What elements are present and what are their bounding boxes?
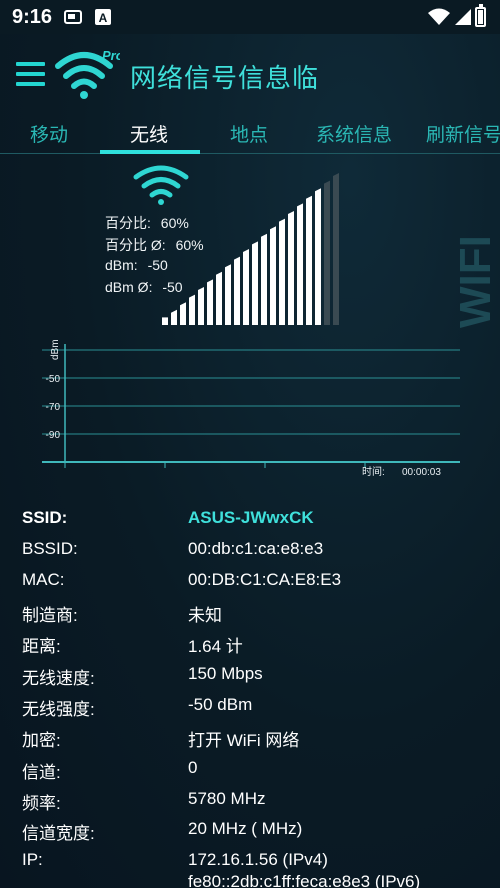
- tab-refresh-signal[interactable]: 刷新信号: [426, 120, 500, 147]
- graph-time-value: 00:00:03: [402, 467, 441, 478]
- svg-text:A: A: [99, 11, 108, 25]
- info-label: 制造商:: [22, 606, 78, 625]
- graph-time-label: 时间:: [362, 465, 385, 478]
- tab-bar: 移动 无线 地点 系统信息 刷新信号: [0, 112, 500, 154]
- info-label: 信道宽度:: [22, 824, 95, 843]
- info-value: 150 Mbps: [188, 664, 263, 683]
- info-value: 20 MHz ( MHz): [188, 819, 303, 838]
- signal-bar: [306, 195, 312, 325]
- info-value: 00:db:c1:ca:e8:e3: [188, 539, 324, 558]
- signal-bar: [261, 233, 267, 325]
- info-value: 00:DB:C1:CA:E8:E3: [188, 570, 342, 589]
- info-row-ip: IP: 172.16.1.56 (IPv4) fe80::2db:c1ff:fe…: [0, 846, 500, 888]
- app-bar: Pro 网络信号信息临: [0, 34, 500, 112]
- info-row-channel-width: 信道宽度: 20 MHz ( MHz): [0, 815, 500, 845]
- tab-location[interactable]: 地点: [230, 120, 268, 147]
- signal-bar: [288, 211, 294, 325]
- signal-icon: [455, 9, 471, 25]
- info-value: 未知: [188, 606, 222, 625]
- graph-tick-50: -50: [46, 374, 61, 385]
- logo-badge: Pro: [102, 48, 120, 63]
- signal-bar: [162, 317, 168, 325]
- signal-bar: [270, 226, 276, 325]
- tab-system-info[interactable]: 系统信息: [316, 120, 392, 147]
- wifi-icon: [428, 8, 450, 25]
- signal-bar: [279, 218, 285, 325]
- info-value: -50 dBm: [188, 695, 253, 714]
- info-label: MAC:: [22, 570, 65, 589]
- dbm-stat: dBm: -50: [105, 257, 168, 273]
- info-value: 打开 WiFi 网络: [188, 731, 300, 750]
- info-row-bssid: BSSID: 00:db:c1:ca:e8:e3: [0, 535, 500, 565]
- signal-bar: [216, 271, 222, 325]
- signal-bar: [207, 279, 213, 325]
- signal-bar: [189, 294, 195, 325]
- signal-bar: [252, 241, 258, 325]
- info-value: ASUS-JWwxCK: [188, 508, 314, 527]
- signal-bar: [315, 188, 321, 325]
- tab-mobile[interactable]: 移动: [30, 120, 68, 147]
- tab-wifi[interactable]: 无线: [130, 120, 168, 147]
- status-bar: 9:16 A: [0, 0, 500, 34]
- info-value-ipv6: fe80::2db:c1ff:feca:e8e3 (IPv6): [188, 872, 421, 888]
- info-label: 加密:: [22, 731, 61, 750]
- info-label: SSID:: [22, 508, 68, 527]
- info-row-speed: 无线速度: 150 Mbps: [0, 660, 500, 690]
- dbm-avg-label: dBm Ø:: [105, 279, 153, 295]
- info-value-ipv4: 172.16.1.56 (IPv4): [188, 850, 328, 869]
- signal-graph: dBm -50 -70 -90 时间: 00:00:03: [0, 336, 500, 486]
- signal-panel: 百分比: 60% 百分比 Ø: 60% dBm: -50 dBm Ø: -50: [0, 155, 500, 335]
- info-label: 无线速度:: [22, 669, 95, 688]
- info-row-distance: 距离: 1.64 计: [0, 628, 500, 658]
- info-row-manufacturer: 制造商: 未知: [0, 597, 500, 627]
- battery-icon: [475, 4, 486, 27]
- info-label: 信道:: [22, 763, 61, 782]
- info-label: BSSID:: [22, 539, 78, 558]
- signal-bar: [297, 203, 303, 325]
- info-row-ssid: SSID: ASUS-JWwxCK: [0, 504, 500, 534]
- dbm-label: dBm:: [105, 257, 138, 273]
- percent-label: 百分比:: [105, 215, 151, 231]
- active-tab-indicator: [100, 150, 200, 154]
- svg-text:WIFI: WIFI: [451, 235, 496, 328]
- percent-avg-label: 百分比 Ø:: [105, 237, 166, 253]
- info-row-mac: MAC: 00:DB:C1:CA:E8:E3: [0, 566, 500, 596]
- signal-bar: [171, 309, 177, 325]
- signal-strength-bars: [162, 173, 339, 325]
- info-value: 0: [188, 758, 198, 777]
- menu-icon[interactable]: [16, 62, 45, 86]
- wifi-watermark: WIFI: [451, 235, 496, 328]
- info-row-frequency: 频率: 5780 MHz: [0, 785, 500, 815]
- signal-bar: [180, 302, 186, 325]
- signal-bar: [234, 256, 240, 325]
- info-row-strength: 无线强度: -50 dBm: [0, 691, 500, 721]
- image-icon: [64, 10, 82, 24]
- signal-bar: [324, 180, 330, 325]
- info-row-channel: 信道: 0: [0, 754, 500, 784]
- graph-tick-90: -90: [46, 430, 61, 441]
- graph-tick-70: -70: [46, 402, 61, 413]
- info-label: 距离:: [22, 637, 61, 656]
- signal-bar: [333, 173, 339, 325]
- signal-bar: [198, 287, 204, 325]
- info-label: IP:: [22, 850, 43, 869]
- app-title: 网络信号信息临: [130, 63, 320, 93]
- a-icon: A: [95, 9, 111, 25]
- info-value: 5780 MHz: [188, 789, 266, 808]
- graph-ylabel: dBm: [50, 339, 61, 360]
- signal-bar: [243, 249, 249, 325]
- status-time: 9:16: [12, 6, 53, 28]
- info-value: 1.64 计: [188, 637, 243, 656]
- info-label: 无线强度:: [22, 700, 95, 719]
- app-logo-wifi-icon: Pro: [55, 48, 120, 99]
- info-label: 频率:: [22, 794, 61, 813]
- signal-bar: [225, 264, 231, 325]
- info-row-encryption: 加密: 打开 WiFi 网络: [0, 722, 500, 752]
